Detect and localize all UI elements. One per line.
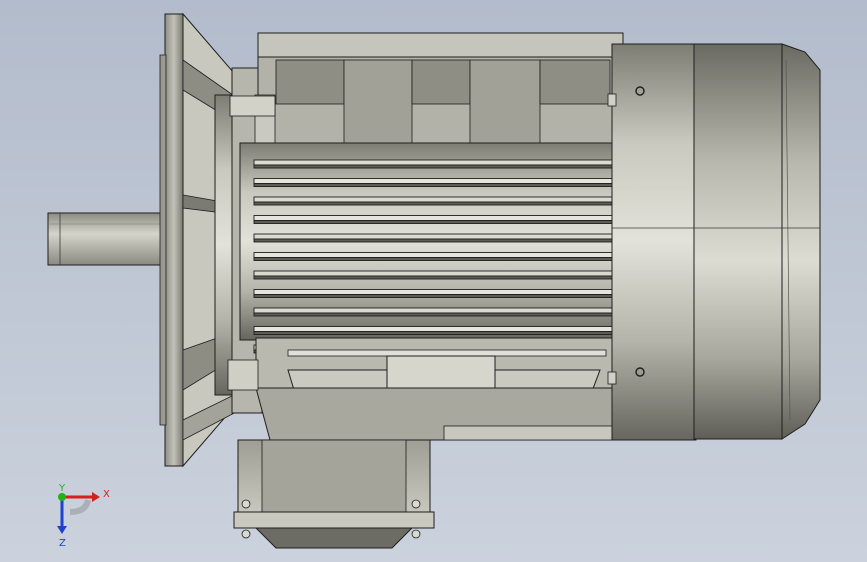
cooling-fin	[253, 233, 615, 240]
cooling-fin	[253, 159, 615, 166]
top-housing	[229, 32, 624, 148]
cooling-fin	[253, 215, 615, 221]
fin-gap	[253, 331, 615, 335]
y-axis-dot	[58, 493, 66, 501]
motor-shaft	[47, 212, 165, 266]
cooling-fin	[253, 252, 615, 258]
cooling-fin	[253, 307, 615, 314]
fin-gap	[253, 294, 615, 298]
fin-gap	[253, 275, 615, 280]
terminal-box	[233, 439, 435, 549]
stator-body	[239, 142, 619, 354]
cad-viewport[interactable]: X Y Z	[0, 0, 867, 562]
cooling-fin	[253, 289, 615, 295]
x-axis-label: X	[103, 489, 110, 500]
fin-gap	[253, 164, 615, 169]
cooling-fin	[253, 270, 615, 277]
motor-model: X Y Z	[47, 12, 821, 549]
bottom-housing	[227, 337, 619, 441]
axis-triad: X Y Z	[57, 483, 110, 549]
cooling-fin	[253, 326, 615, 332]
fin-gap	[253, 220, 615, 224]
fin-gap	[253, 238, 615, 243]
fin-gap	[253, 257, 615, 261]
fin-gap	[253, 183, 615, 187]
end-shield	[607, 43, 697, 441]
cooling-fin	[253, 196, 615, 203]
z-axis-label: Z	[59, 538, 66, 549]
fin-gap	[253, 201, 615, 206]
y-axis-label: Y	[58, 483, 66, 494]
fin-gap	[253, 312, 615, 317]
cooling-fin	[253, 178, 615, 184]
